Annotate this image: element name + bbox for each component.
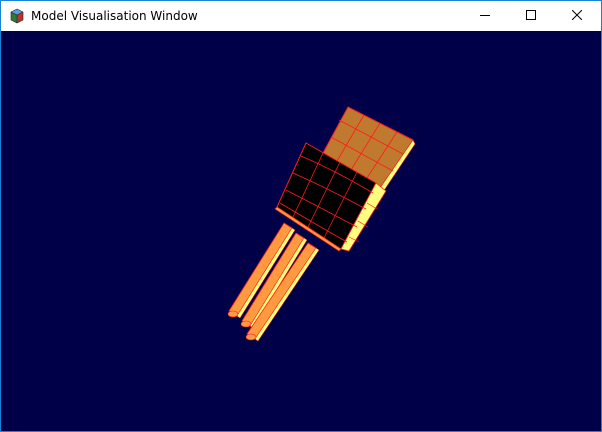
close-icon [571,7,583,25]
minimize-button[interactable] [462,1,508,31]
minimize-icon [480,7,490,25]
transistor-3d-model [227,106,416,342]
maximize-button[interactable] [508,1,554,31]
window-title: Model Visualisation Window [31,9,198,23]
cube-icon[interactable] [10,8,24,24]
close-button[interactable] [554,1,600,31]
model-visualisation-window: Model Visualisation Window [0,0,602,432]
title-bar[interactable]: Model Visualisation Window [1,1,601,31]
3d-viewport[interactable] [1,31,601,431]
maximize-icon [526,7,536,25]
